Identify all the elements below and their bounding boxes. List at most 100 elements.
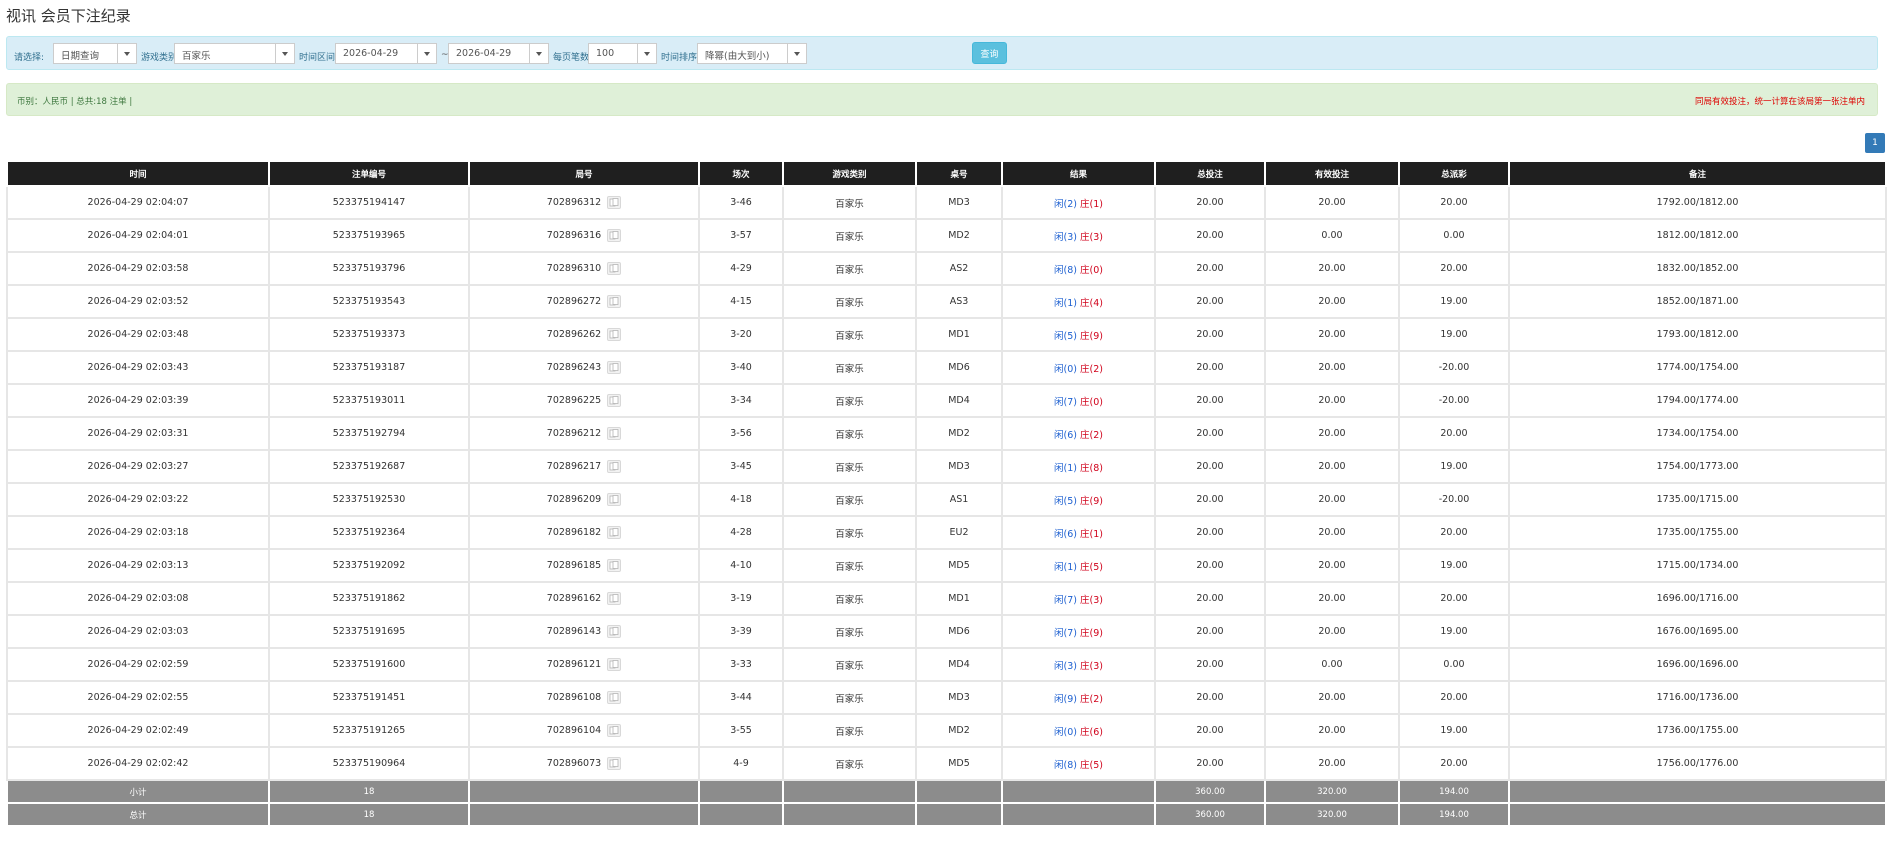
cell-time: 2026-04-29 02:02:55 — [6, 680, 270, 715]
cell-time: 2026-04-29 02:03:18 — [6, 515, 270, 550]
card-detail-icon[interactable] — [607, 262, 622, 275]
subtotal-total-bet: 360.00 — [1154, 779, 1266, 804]
cell-round: 702896217 — [468, 449, 700, 484]
cell-bet-no: 523375192530 — [268, 482, 470, 517]
notice-text: 同局有效投注，统一计算在该局第一张注单内 — [1694, 97, 1865, 107]
card-detail-icon[interactable] — [607, 328, 622, 341]
round-number: 702896217 — [546, 461, 602, 472]
cell-time: 2026-04-29 02:04:01 — [6, 218, 270, 253]
cell-note: 1735.00/1755.00 — [1508, 515, 1887, 550]
cell-valid-bet: 20.00 — [1264, 515, 1400, 550]
cell-session: 3-45 — [698, 449, 784, 484]
cell-bet-no: 523375192687 — [268, 449, 470, 484]
card-detail-icon[interactable] — [607, 559, 622, 572]
card-detail-icon[interactable] — [607, 460, 622, 473]
result-zhuang: 庄(2) — [1080, 429, 1103, 441]
card-detail-icon[interactable] — [607, 526, 622, 539]
table-row: 2026-04-29 02:03:22 523375192530 702896209… — [6, 482, 1887, 517]
card-detail-icon[interactable] — [607, 757, 622, 770]
cell-time: 2026-04-29 02:04:07 — [6, 185, 270, 220]
round-number: 702896182 — [546, 527, 602, 538]
cell-note: 1715.00/1734.00 — [1508, 548, 1887, 583]
sort-select[interactable]: 降幂(由大到小) — [697, 43, 807, 64]
search-button[interactable]: 查询 — [972, 42, 1007, 64]
result-xian: 闲(0) — [1054, 363, 1077, 375]
cell-table: AS1 — [915, 482, 1003, 517]
result-xian: 闲(7) — [1054, 627, 1077, 639]
table-row: 2026-04-29 02:02:42 523375190964 702896073… — [6, 746, 1887, 781]
cell-note: 1792.00/1812.00 — [1508, 185, 1887, 220]
cell-time: 2026-04-29 02:02:42 — [6, 746, 270, 781]
date-from-input[interactable]: 2026-04-29 — [335, 43, 437, 64]
sort-label: 时间排序: — [661, 53, 701, 63]
subtotal-valid-bet: 320.00 — [1264, 779, 1400, 804]
table-row: 2026-04-29 02:02:59 523375191600 702896121… — [6, 647, 1887, 682]
cell-time: 2026-04-29 02:03:58 — [6, 251, 270, 286]
cell-result: 闲(6) 庄(1) — [1001, 515, 1156, 550]
query-type-select[interactable]: 日期查询 — [53, 43, 137, 64]
cell-game: 百家乐 — [782, 680, 917, 715]
cell-result: 闲(3) 庄(3) — [1001, 218, 1156, 253]
summary-text: 币别：人民币 | 总共:18 注单 | — [17, 97, 133, 107]
result-xian: 闲(5) — [1054, 495, 1077, 507]
result-xian: 闲(1) — [1054, 297, 1077, 309]
chevron-down-icon — [637, 44, 656, 63]
round-number: 702896243 — [546, 362, 602, 373]
cell-session: 3-57 — [698, 218, 784, 253]
card-detail-icon[interactable] — [607, 625, 622, 638]
card-detail-icon[interactable] — [607, 394, 622, 407]
column-header-game: 游戏类别 — [782, 160, 917, 187]
result-xian: 闲(9) — [1054, 693, 1077, 705]
card-detail-icon[interactable] — [607, 229, 622, 242]
result-zhuang: 庄(9) — [1080, 627, 1103, 639]
cell-note: 1696.00/1696.00 — [1508, 647, 1887, 682]
cell-time: 2026-04-29 02:03:48 — [6, 317, 270, 352]
result-xian: 闲(7) — [1054, 594, 1077, 606]
cell-valid-bet: 20.00 — [1264, 416, 1400, 451]
cell-bet-no: 523375193187 — [268, 350, 470, 385]
chevron-down-icon — [417, 44, 436, 63]
column-header-valid-bet: 有效投注 — [1264, 160, 1400, 187]
per-page-select[interactable]: 100 — [588, 43, 657, 64]
table-row: 2026-04-29 02:03:31 523375192794 702896212… — [6, 416, 1887, 451]
card-detail-icon[interactable] — [607, 361, 622, 374]
cell-game: 百家乐 — [782, 383, 917, 418]
date-to-input[interactable]: 2026-04-29 — [448, 43, 549, 64]
card-detail-icon[interactable] — [607, 592, 622, 605]
cell-payout: 19.00 — [1398, 548, 1510, 583]
game-type-select[interactable]: 百家乐 — [174, 43, 295, 64]
subtotal-count: 18 — [268, 779, 470, 804]
card-detail-icon[interactable] — [607, 658, 622, 671]
card-detail-icon[interactable] — [607, 691, 622, 704]
card-detail-icon[interactable] — [607, 724, 622, 737]
cell-table: MD2 — [915, 218, 1003, 253]
cell-session: 4-28 — [698, 515, 784, 550]
cell-game: 百家乐 — [782, 185, 917, 220]
cell-bet-no: 523375192364 — [268, 515, 470, 550]
cell-round: 702896073 — [468, 746, 700, 781]
page-button-1[interactable]: 1 — [1865, 133, 1885, 153]
result-zhuang: 庄(1) — [1080, 198, 1103, 210]
cell-bet-no: 523375193543 — [268, 284, 470, 319]
filter-bar: 请选择: 日期查询 游戏类别 百家乐 时间区间: 2026-04-29 ~ 20… — [6, 36, 1878, 70]
cell-note: 1734.00/1754.00 — [1508, 416, 1887, 451]
result-xian: 闲(8) — [1054, 264, 1077, 276]
cell-bet-no: 523375194147 — [268, 185, 470, 220]
card-detail-icon[interactable] — [607, 295, 622, 308]
card-detail-icon[interactable] — [607, 493, 622, 506]
cell-table: MD2 — [915, 416, 1003, 451]
cell-valid-bet: 20.00 — [1264, 482, 1400, 517]
cell-session: 3-56 — [698, 416, 784, 451]
cell-time: 2026-04-29 02:03:52 — [6, 284, 270, 319]
cell-total-bet: 20.00 — [1154, 581, 1266, 616]
cell-table: MD1 — [915, 317, 1003, 352]
result-xian: 闲(6) — [1054, 528, 1077, 540]
cell-session: 3-40 — [698, 350, 784, 385]
result-zhuang: 庄(2) — [1080, 363, 1103, 375]
cell-game: 百家乐 — [782, 614, 917, 649]
card-detail-icon[interactable] — [607, 196, 622, 209]
cell-table: MD4 — [915, 383, 1003, 418]
card-detail-icon[interactable] — [607, 427, 622, 440]
grandtotal-total-bet: 360.00 — [1154, 802, 1266, 827]
result-zhuang: 庄(6) — [1080, 726, 1103, 738]
